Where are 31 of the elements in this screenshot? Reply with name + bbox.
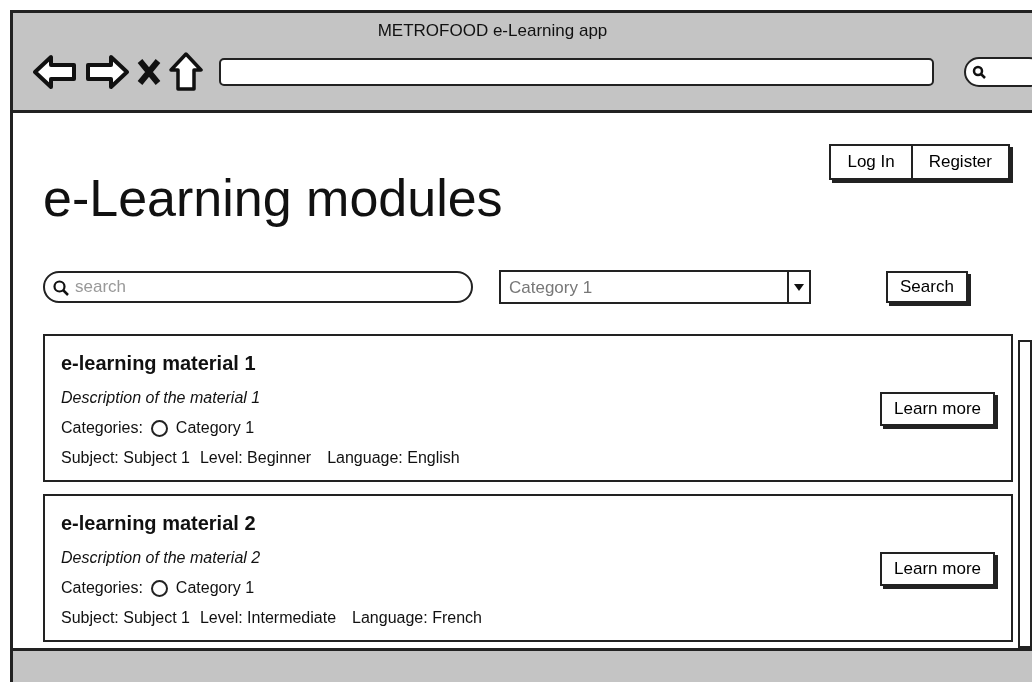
categories-label: Categories: xyxy=(61,418,143,438)
search-icon xyxy=(972,64,986,79)
level-text: Level: Beginner xyxy=(199,448,312,468)
material-title: e-learning material 1 xyxy=(61,351,257,376)
close-icon[interactable] xyxy=(137,57,161,86)
back-icon[interactable] xyxy=(33,53,77,90)
forward-icon[interactable] xyxy=(85,53,129,90)
language-text: Language: French xyxy=(352,608,482,628)
scrollbar[interactable] xyxy=(1018,340,1032,648)
language-text: Language: English xyxy=(327,448,460,468)
window-title: METROFOOD e-Learning app xyxy=(376,20,609,42)
browser-search-field[interactable] xyxy=(964,56,1032,87)
level-text: Level: Intermediate xyxy=(199,608,337,628)
material-title: e-learning material 2 xyxy=(61,511,257,536)
search-button[interactable]: Search xyxy=(886,271,968,303)
caret-icon xyxy=(794,283,804,291)
category-label: Category 1 xyxy=(175,578,255,598)
subject-text: Subject: Subject 1 xyxy=(61,448,190,468)
radio-button[interactable] xyxy=(150,579,168,597)
learn-more-button[interactable]: Learn more xyxy=(880,552,995,586)
category-dropdown[interactable]: Category 1 xyxy=(499,270,811,304)
categories-label: Categories: xyxy=(61,578,143,598)
material-description: Description of the material 2 xyxy=(61,548,262,568)
search-field[interactable]: search xyxy=(43,271,473,303)
subject-text: Subject: Subject 1 xyxy=(61,608,190,628)
material-description: Description of the material 1 xyxy=(61,388,262,408)
address-bar[interactable] xyxy=(219,57,934,86)
category-label: Category 1 xyxy=(175,418,255,438)
learn-more-button[interactable]: Learn more xyxy=(880,392,995,426)
radio-button[interactable] xyxy=(150,419,168,437)
search-icon xyxy=(53,280,69,296)
